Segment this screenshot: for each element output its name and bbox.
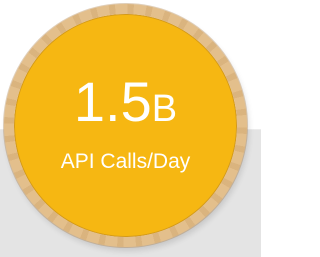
stat-number: 1.5 bbox=[73, 70, 152, 133]
stat-value: 1.5B bbox=[0, 74, 251, 130]
stat-label: API Calls/Day bbox=[60, 150, 191, 173]
stat-suffix: B bbox=[151, 88, 178, 130]
